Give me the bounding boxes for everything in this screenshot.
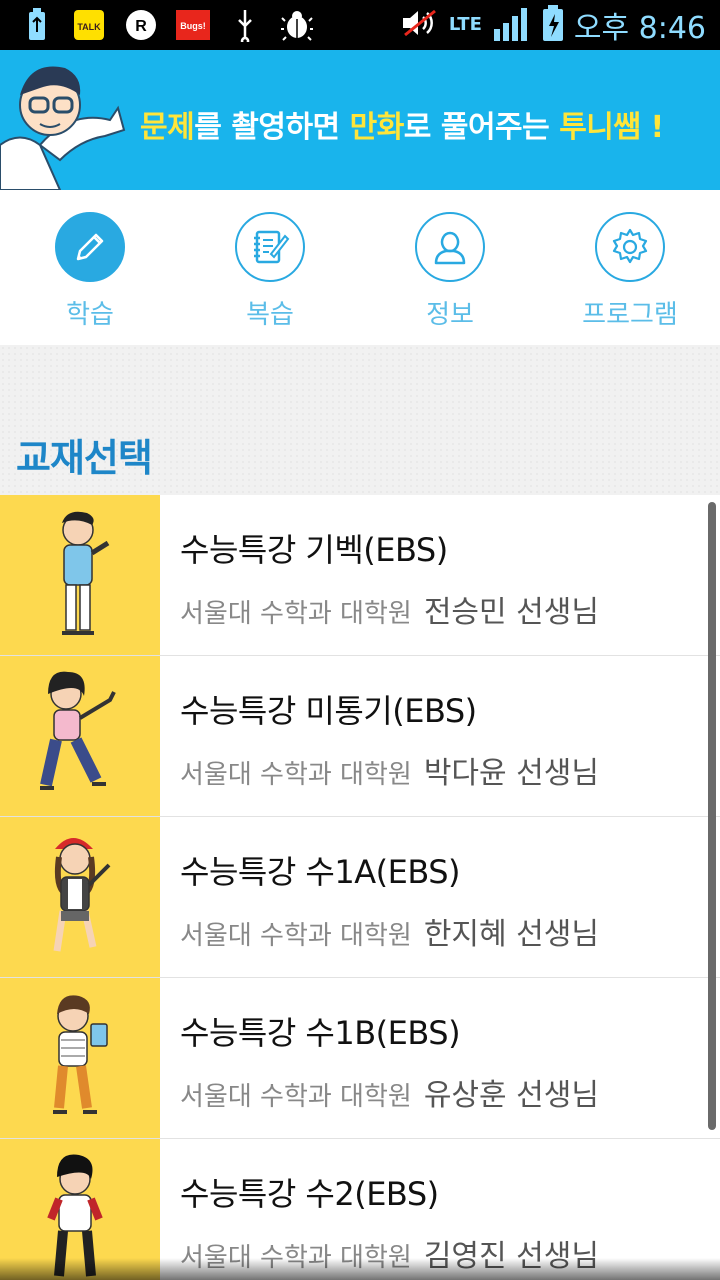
- teacher-school: 서울대 수학과 대학원: [180, 921, 412, 951]
- mute-icon: [401, 7, 439, 43]
- banner-text-4: 로 풀어주는: [403, 110, 560, 145]
- banner-highlight-1: 문제: [140, 110, 195, 145]
- teacher-cartoon-icon: [53, 838, 111, 952]
- book-title: 수능특강 수1A(EBS): [180, 853, 461, 891]
- teacher-cartoon-icon: [40, 671, 116, 790]
- banner-slogan: 문제를 촬영하면 만화로 풀어주는 투니쌤 !: [140, 102, 664, 146]
- teacher-mascot-icon: [0, 66, 126, 190]
- teacher-info: 서울대 수학과 대학원 박다윤 선생님: [180, 748, 599, 792]
- bottom-fade: [0, 1258, 720, 1280]
- tab-program-label: 프로그램: [582, 300, 678, 330]
- usb-battery-icon: [20, 8, 54, 42]
- gear-icon: [612, 228, 648, 264]
- clock: 오후 8:46: [573, 11, 706, 46]
- status-bar: TALK R Bugs! LTE 오후 8:46: [0, 0, 720, 50]
- book-title: 수능특강 수1B(EBS): [180, 1014, 461, 1052]
- svg-text:TALK: TALK: [77, 22, 101, 32]
- book-title: 수능특강 미통기(EBS): [180, 692, 477, 730]
- banner-highlight-3: 투니쌤: [559, 110, 641, 145]
- tab-program-circle: [595, 212, 665, 282]
- book-info: 수능특강 기벡(EBS) 서울대 수학과 대학원 전승민 선생님: [160, 495, 599, 655]
- teacher-name: 한지혜 선생님: [423, 917, 599, 952]
- main-tab-bar: 학습 복습 정보 프로그램: [0, 190, 720, 345]
- tab-program[interactable]: 프로그램: [540, 190, 720, 345]
- section-header: 교재선택: [0, 345, 720, 495]
- tab-info-label: 정보: [426, 300, 474, 330]
- promo-banner[interactable]: 문제를 촬영하면 만화로 풀어주는 투니쌤 !: [0, 50, 720, 190]
- person-icon: [434, 231, 466, 265]
- section-title: 교재선택: [16, 436, 153, 480]
- svg-text:Bugs!: Bugs!: [180, 21, 206, 31]
- tab-review-circle: [235, 212, 305, 282]
- teacher-avatar: [0, 656, 160, 816]
- teacher-info: 서울대 수학과 대학원 전승민 선생님: [180, 587, 599, 631]
- teacher-avatar: [0, 495, 160, 655]
- book-title: 수능특강 수2(EBS): [180, 1175, 439, 1213]
- tab-review-label: 복습: [246, 300, 294, 330]
- signal-icon: [492, 5, 532, 45]
- tab-review[interactable]: 복습: [180, 190, 360, 345]
- banner-highlight-2: 만화: [349, 110, 405, 145]
- tab-study[interactable]: 학습: [0, 190, 180, 345]
- network-type: LTE: [448, 14, 482, 35]
- book-title: 수능특강 기벡(EBS): [180, 531, 448, 569]
- r-app-icon: R: [124, 8, 158, 42]
- list-item[interactable]: 수능특강 기벡(EBS) 서울대 수학과 대학원 전승민 선생님: [0, 495, 720, 656]
- teacher-name: 박다윤 선생님: [423, 756, 599, 791]
- teacher-info: 서울대 수학과 대학원 유상훈 선생님: [180, 1070, 599, 1114]
- teacher-avatar: [0, 978, 160, 1138]
- notebook-icon: [254, 230, 290, 264]
- book-info: 수능특강 수1B(EBS) 서울대 수학과 대학원 유상훈 선생님: [160, 978, 599, 1138]
- teacher-school: 서울대 수학과 대학원: [180, 599, 412, 629]
- kakaotalk-icon: TALK: [72, 8, 106, 42]
- usb-icon: [228, 8, 262, 42]
- banner-text-6: !: [640, 110, 664, 145]
- battery-charging-icon: [542, 4, 564, 46]
- teacher-school: 서울대 수학과 대학원: [180, 1082, 412, 1112]
- tab-info[interactable]: 정보: [360, 190, 540, 345]
- teacher-name: 유상훈 선생님: [423, 1078, 599, 1113]
- list-item[interactable]: 수능특강 수1A(EBS) 서울대 수학과 대학원 한지혜 선생님: [0, 817, 720, 978]
- book-info: 수능특강 수1A(EBS) 서울대 수학과 대학원 한지혜 선생님: [160, 817, 599, 977]
- book-info: 수능특강 미통기(EBS) 서울대 수학과 대학원 박다윤 선생님: [160, 656, 599, 816]
- tab-info-circle: [415, 212, 485, 282]
- tab-study-label: 학습: [66, 300, 114, 330]
- list-item[interactable]: 수능특강 수1B(EBS) 서울대 수학과 대학원 유상훈 선생님: [0, 978, 720, 1139]
- svg-text:R: R: [135, 18, 147, 35]
- debug-bug-icon: [280, 8, 314, 42]
- teacher-school: 서울대 수학과 대학원: [180, 760, 412, 790]
- teacher-name: 전승민 선생님: [423, 595, 599, 630]
- book-list[interactable]: 수능특강 기벡(EBS) 서울대 수학과 대학원 전승민 선생님 수능특강 미통기…: [0, 495, 720, 1280]
- bugs-icon: Bugs!: [176, 8, 210, 42]
- list-scrollbar[interactable]: [708, 502, 716, 1130]
- pencil-icon: [76, 233, 104, 261]
- teacher-avatar: [0, 817, 160, 977]
- teacher-cartoon-icon: [62, 511, 110, 635]
- list-item[interactable]: 수능특강 미통기(EBS) 서울대 수학과 대학원 박다윤 선생님: [0, 656, 720, 817]
- teacher-info: 서울대 수학과 대학원 한지혜 선생님: [180, 909, 599, 953]
- banner-text-2: 를 촬영하면: [194, 110, 350, 145]
- teacher-cartoon-icon: [53, 995, 108, 1114]
- tab-study-circle: [55, 212, 125, 282]
